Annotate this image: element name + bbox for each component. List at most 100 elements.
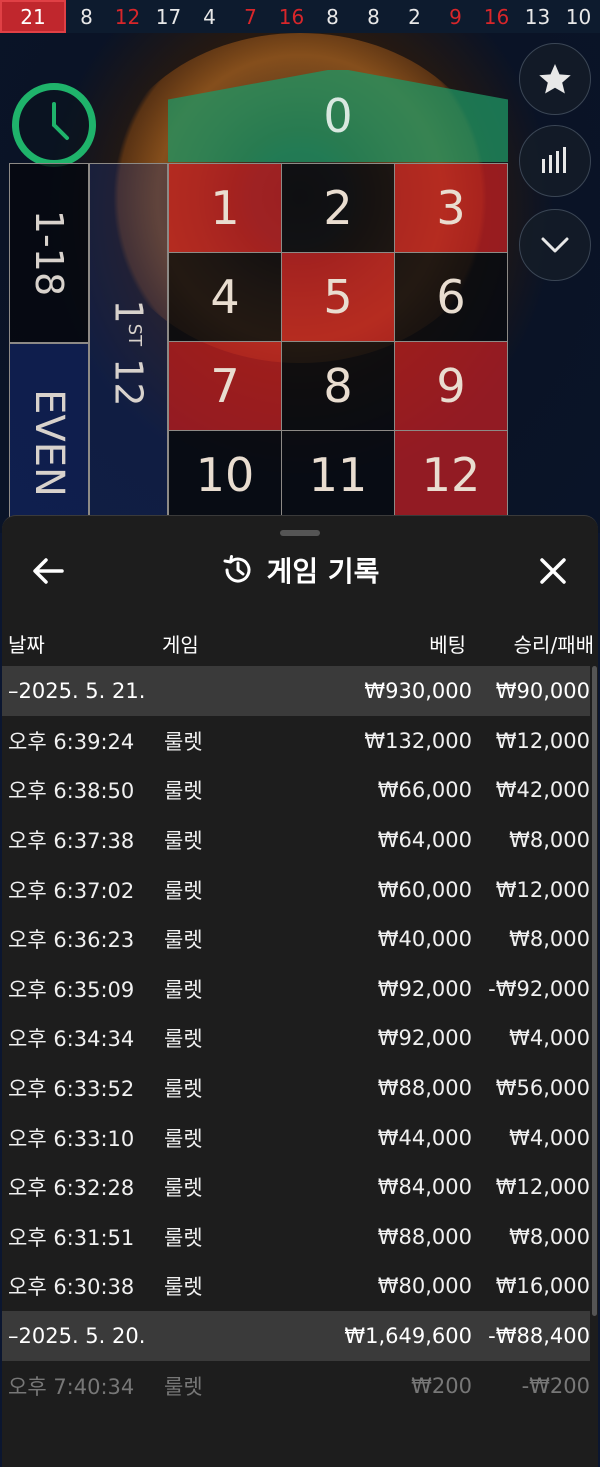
history-row[interactable]: 오후 6:35:09 룰렛 ₩92,000 -₩92,000 xyxy=(2,964,590,1014)
history-row[interactable]: 오후 6:37:02 룰렛 ₩60,000 ₩12,000 xyxy=(2,865,590,915)
row-win-loss: ₩16,000 xyxy=(495,1274,590,1299)
row-game: 룰렛 xyxy=(164,1076,203,1101)
low-label: 1-18 xyxy=(27,209,71,297)
row-time: 오후 6:34:34 xyxy=(8,1027,135,1052)
date-group-row[interactable]: –2025. 5. 21. ₩930,000 ₩90,000 xyxy=(2,666,590,716)
row-game: 룰렛 xyxy=(164,1027,203,1052)
row-bet: ₩80,000 xyxy=(377,1274,472,1299)
row-time: 오후 6:38:50 xyxy=(8,779,135,804)
result-number: 21 xyxy=(0,0,66,33)
col-header-bet: 베팅 xyxy=(429,633,466,657)
bet-cell-number[interactable]: 9 xyxy=(394,341,508,431)
result-number: 10 xyxy=(565,4,592,29)
recent-results-strip: 21 8 12 17 4 7 16 8 8 2 9 16 13 10 xyxy=(0,0,600,33)
bar-chart-icon xyxy=(542,147,566,173)
row-time: 오후 6:39:24 xyxy=(8,729,135,754)
history-row[interactable]: 오후 6:38:50 룰렛 ₩66,000 ₩42,000 xyxy=(2,766,590,816)
bet-cell-number[interactable]: 12 xyxy=(394,430,508,520)
result-number: 13 xyxy=(524,4,551,29)
row-bet: ₩60,000 xyxy=(377,877,472,902)
close-button[interactable] xyxy=(536,554,570,588)
history-row[interactable]: 오후 6:31:51 룰렛 ₩88,000 ₩8,000 xyxy=(2,1212,590,1262)
group-date: –2025. 5. 20. xyxy=(8,1324,146,1349)
statistics-button[interactable] xyxy=(519,125,591,197)
collapse-button[interactable] xyxy=(519,209,591,281)
row-game: 룰렛 xyxy=(164,878,203,903)
history-row[interactable]: 오후 6:34:34 룰렛 ₩92,000 ₩4,000 xyxy=(2,1014,590,1064)
row-bet: ₩64,000 xyxy=(377,827,472,852)
row-time: 오후 6:37:02 xyxy=(8,878,135,903)
favorite-button[interactable] xyxy=(519,43,591,115)
history-row[interactable]: 오후 6:39:24 룰렛 ₩132,000 ₩12,000 xyxy=(2,716,590,766)
history-row[interactable]: 오후 6:36:23 룰렛 ₩40,000 ₩8,000 xyxy=(2,914,590,964)
group-date: –2025. 5. 21. xyxy=(8,679,146,703)
row-win-loss: -₩92,000 xyxy=(488,976,590,1001)
row-bet: ₩92,000 xyxy=(377,1026,472,1051)
bet-cell-number[interactable]: 5 xyxy=(281,252,395,342)
row-bet: ₩88,000 xyxy=(377,1075,472,1100)
bet-cell-number[interactable]: 11 xyxy=(281,430,395,520)
row-game: 룰렛 xyxy=(164,977,203,1002)
col-header-date: 날짜 xyxy=(8,633,45,657)
group-bet-total: ₩1,649,600 xyxy=(344,1324,472,1349)
history-row[interactable]: 오후 7:40:34 룰렛 ₩200 -₩200 xyxy=(2,1361,590,1411)
column-headers: 날짜 게임 베팅 승리/패배 xyxy=(2,621,598,661)
row-bet: ₩66,000 xyxy=(377,778,472,803)
history-row[interactable]: 오후 6:30:38 룰렛 ₩80,000 ₩16,000 xyxy=(2,1262,590,1312)
date-group-row[interactable]: –2025. 5. 20. ₩1,649,600 -₩88,400 xyxy=(2,1311,590,1362)
row-time: 오후 6:32:28 xyxy=(8,1176,135,1201)
scrollbar[interactable] xyxy=(592,666,597,1316)
bet-cell-low[interactable]: 1-18 xyxy=(9,163,89,343)
group-win-total: ₩90,000 xyxy=(495,679,590,703)
row-win-loss: ₩4,000 xyxy=(509,1026,590,1051)
row-bet: ₩40,000 xyxy=(377,927,472,952)
row-game: 룰렛 xyxy=(164,928,203,953)
result-number: 7 xyxy=(244,4,257,29)
history-icon xyxy=(223,555,251,583)
bet-cell-number[interactable]: 2 xyxy=(281,163,395,253)
result-number: 17 xyxy=(155,4,182,29)
panel-title-group: 게임 기록 xyxy=(2,550,598,590)
row-bet: ₩92,000 xyxy=(377,976,472,1001)
clock-icon[interactable] xyxy=(12,83,96,167)
result-number: 8 xyxy=(367,4,380,29)
history-row[interactable]: 오후 6:33:52 룰렛 ₩88,000 ₩56,000 xyxy=(2,1063,590,1113)
group-win-total: -₩88,400 xyxy=(488,1324,590,1349)
result-number: 8 xyxy=(80,4,93,29)
row-win-loss: ₩12,000 xyxy=(495,728,590,753)
bet-cell-first-dozen[interactable]: 1ST 12 xyxy=(89,163,168,533)
history-list: –2025. 5. 21. ₩930,000 ₩90,000 오후 6:39:24 룰렛… xyxy=(2,666,590,1411)
result-number: 9 xyxy=(449,4,462,29)
bet-cell-number[interactable]: 4 xyxy=(168,252,282,342)
history-row[interactable]: 오후 6:33:10 룰렛 ₩44,000 ₩4,000 xyxy=(2,1113,590,1163)
row-bet: ₩88,000 xyxy=(377,1224,472,1249)
col-header-win-loss: 승리/패배 xyxy=(513,633,594,657)
game-history-panel: 게임 기록 날짜 게임 베팅 승리/패배 –2025. 5. 21. ₩930,0… xyxy=(2,515,598,1467)
bet-cell-number[interactable]: 1 xyxy=(168,163,282,253)
row-game: 룰렛 xyxy=(164,779,203,804)
bet-cell-number[interactable]: 3 xyxy=(394,163,508,253)
row-time: 오후 6:31:51 xyxy=(8,1225,135,1250)
result-number: 16 xyxy=(483,4,510,29)
row-game: 룰렛 xyxy=(164,1225,203,1250)
row-win-loss: ₩42,000 xyxy=(495,778,590,803)
row-game: 룰렛 xyxy=(164,1275,203,1300)
result-number: 12 xyxy=(114,4,141,29)
bet-cell-even[interactable]: EVEN xyxy=(9,343,89,533)
bet-cell-number[interactable]: 10 xyxy=(168,430,282,520)
dozen-label: 1ST 12 xyxy=(106,299,151,407)
history-row[interactable]: 오후 6:32:28 룰렛 ₩84,000 ₩12,000 xyxy=(2,1162,590,1212)
history-row[interactable]: 오후 6:37:38 룰렛 ₩64,000 ₩8,000 xyxy=(2,815,590,865)
row-bet: ₩44,000 xyxy=(377,1125,472,1150)
row-bet: ₩84,000 xyxy=(377,1175,472,1200)
row-win-loss: ₩56,000 xyxy=(495,1075,590,1100)
row-win-loss: ₩8,000 xyxy=(509,927,590,952)
row-game: 룰렛 xyxy=(164,729,203,754)
row-time: 오후 6:33:52 xyxy=(8,1076,135,1101)
bet-cell-number[interactable]: 6 xyxy=(394,252,508,342)
bet-cell-number[interactable]: 8 xyxy=(281,341,395,431)
bet-cell-number[interactable]: 7 xyxy=(168,341,282,431)
panel-header: 게임 기록 xyxy=(2,536,598,604)
roulette-table-view: 0 1-18 EVEN 1ST 12 1 2 3 4 5 6 7 8 9 10 11 12 xyxy=(0,33,600,533)
row-win-loss: ₩12,000 xyxy=(495,877,590,902)
